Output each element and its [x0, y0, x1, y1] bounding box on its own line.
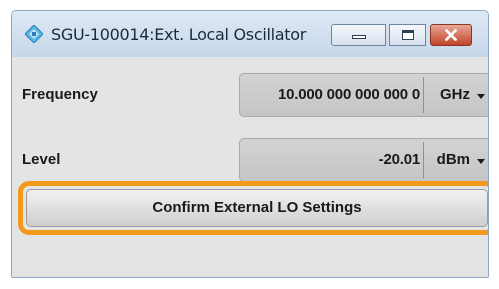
close-button[interactable] [430, 24, 472, 46]
level-unit-divider [423, 142, 424, 178]
minimize-icon [352, 35, 366, 39]
maximize-button[interactable] [389, 24, 426, 46]
chevron-down-icon[interactable] [477, 94, 485, 99]
level-value[interactable]: -20.01 [379, 151, 421, 168]
close-icon [445, 29, 457, 41]
dialog-window: SGU-100014:Ext. Local Oscillator Frequen… [11, 10, 489, 278]
minimize-button[interactable] [331, 24, 386, 46]
title-bar[interactable]: SGU-100014:Ext. Local Oscillator [12, 11, 488, 57]
rs-dialog-icon [25, 25, 43, 43]
frequency-value[interactable]: 10.000 000 000 000 0 [278, 86, 420, 103]
maximize-icon [402, 30, 414, 40]
level-field[interactable]: -20.01 dBm [239, 138, 488, 182]
frequency-label: Frequency [22, 86, 98, 103]
dialog-content: Frequency 10.000 000 000 000 0 GHz Level… [12, 57, 488, 277]
confirm-focus-highlight: Confirm External LO Settings [18, 181, 488, 235]
level-unit-select[interactable]: dBm [437, 151, 470, 168]
level-label: Level [22, 151, 61, 168]
frequency-unit-select[interactable]: GHz [440, 86, 470, 103]
frequency-unit-divider [423, 77, 424, 113]
frequency-field[interactable]: 10.000 000 000 000 0 GHz [239, 73, 488, 117]
confirm-external-lo-button[interactable]: Confirm External LO Settings [26, 189, 488, 227]
chevron-down-icon[interactable] [477, 159, 485, 164]
window-title: SGU-100014:Ext. Local Oscillator [51, 25, 306, 44]
